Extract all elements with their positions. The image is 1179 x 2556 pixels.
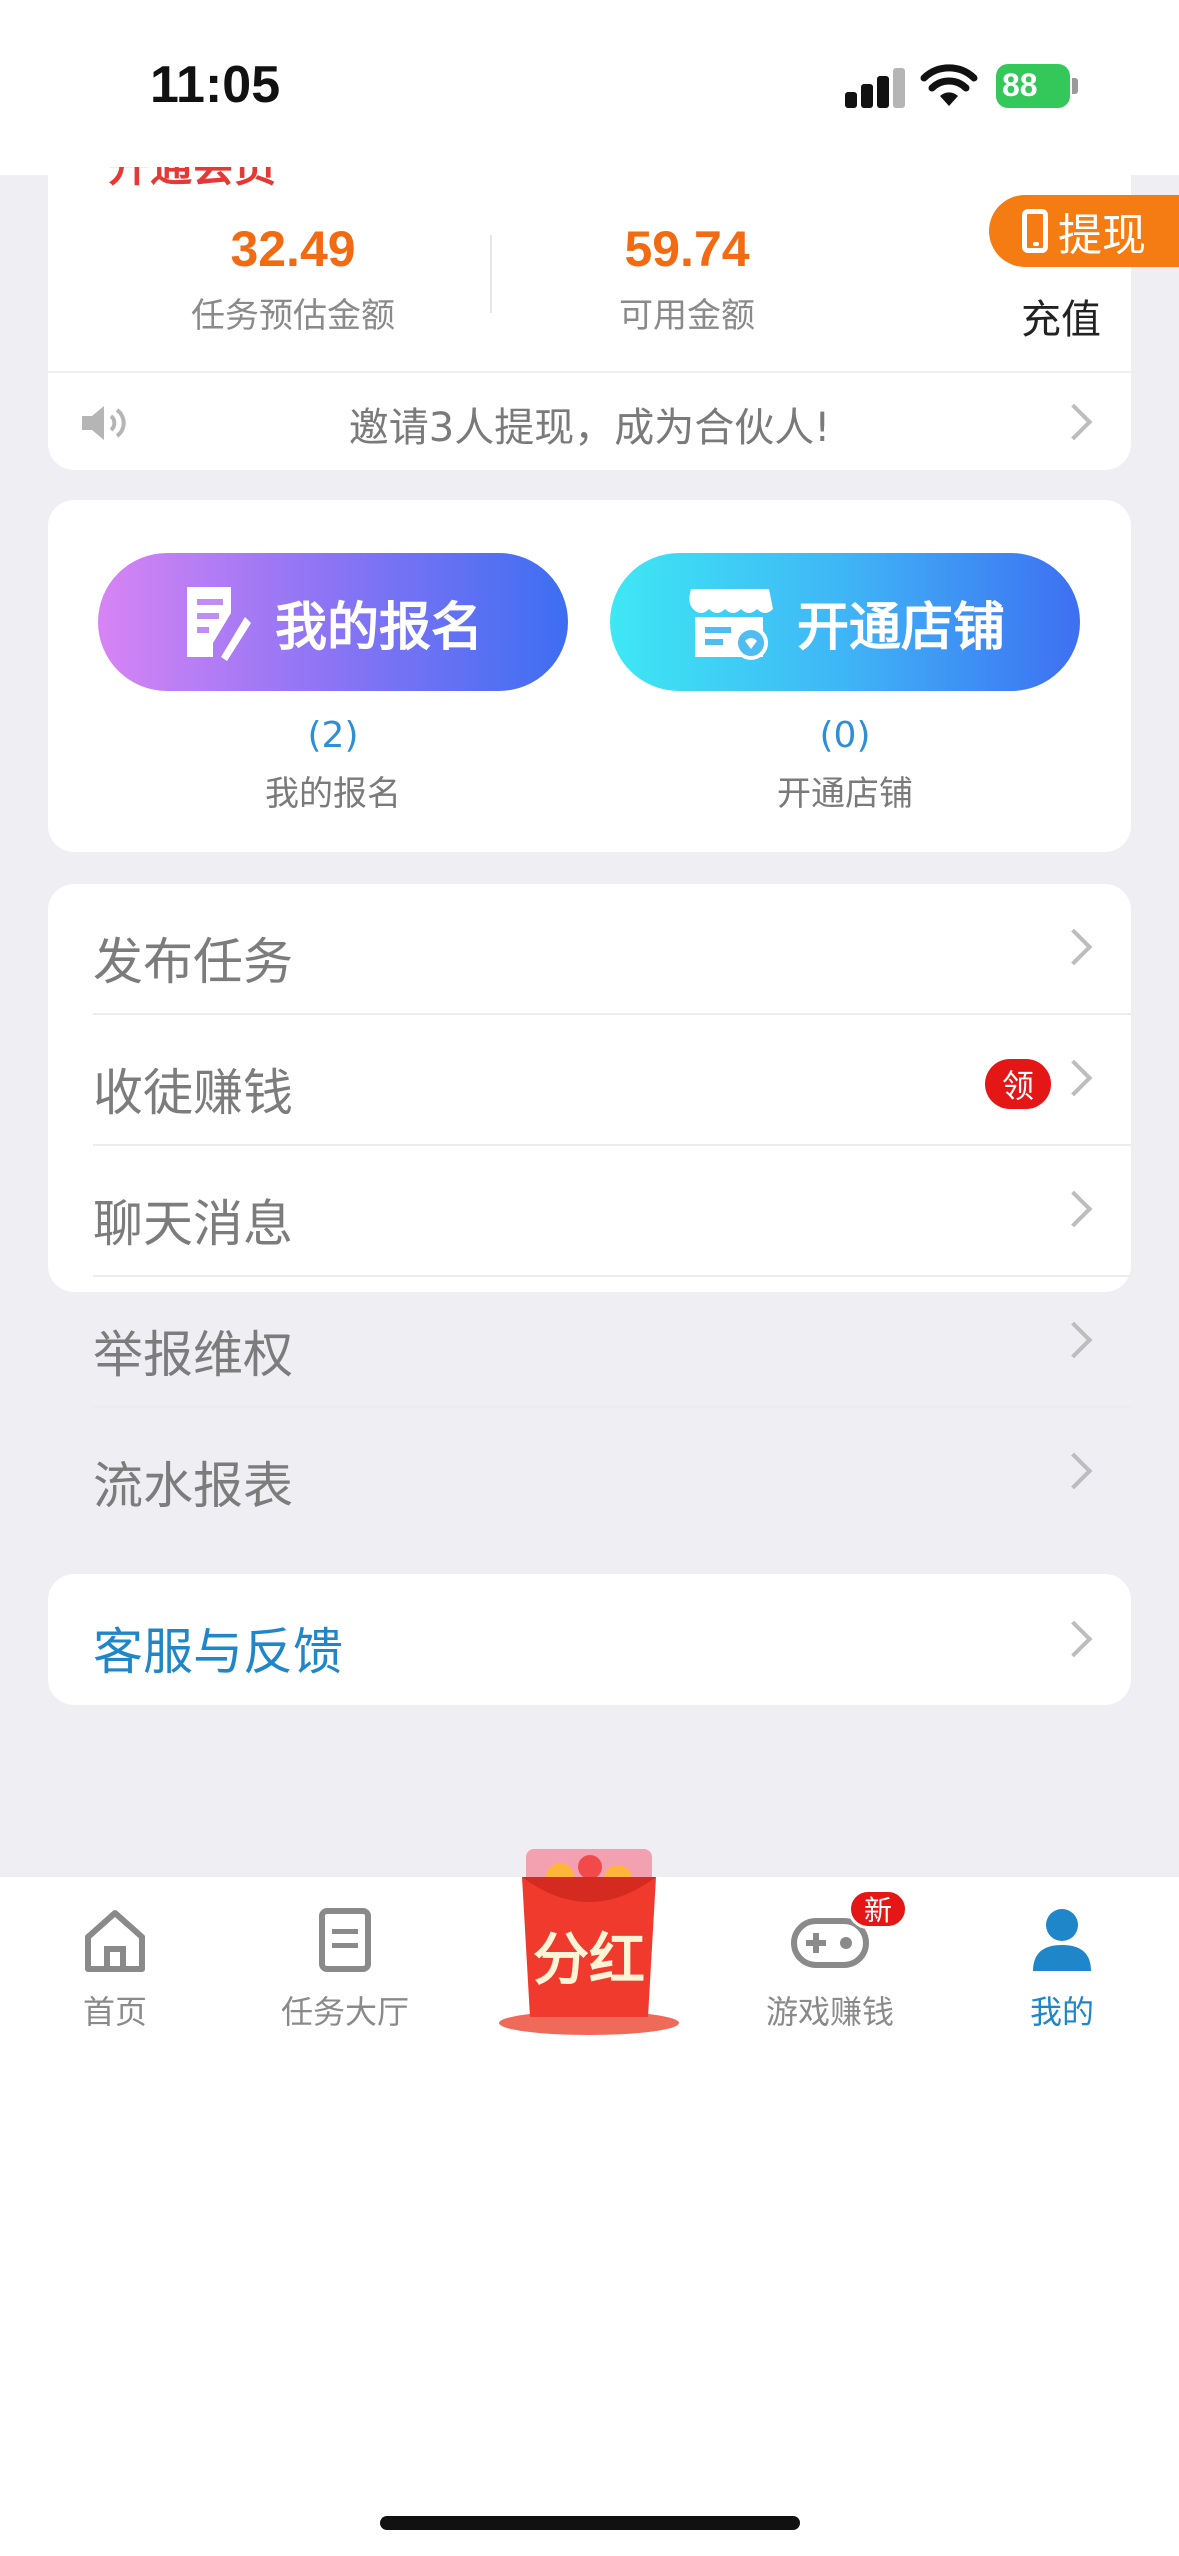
tab-mine[interactable]: 我的 [972,1907,1152,2033]
menu-item-label: 收徒赚钱 [93,1064,293,1122]
recharge-link[interactable]: 充值 [1021,287,1101,345]
my-signup-count: (2) [307,715,359,756]
menu-item-recruit-earn[interactable]: 收徒赚钱 领 [93,1015,1131,1146]
my-signup-button[interactable]: 我的报名 [98,553,568,691]
tab-label: 任务大厅 [280,1993,409,2031]
open-shop-summary[interactable]: (0) 开通店铺 [610,715,1080,815]
battery-level: 88 [1002,67,1038,103]
open-shop-button[interactable]: 开通店铺 [610,553,1080,691]
notice-bar[interactable]: 邀请3人提现，成为合伙人! [48,371,1131,470]
phone-icon [1022,209,1048,253]
home-indicator [380,2516,800,2530]
available-amount-value: 59.74 [624,221,750,277]
chevron-right-icon [1055,1321,1093,1359]
battery-icon: 88 [996,64,1078,108]
bottom-tab-bar: 首页 任务大厅 分红 新 游戏赚钱 我的 [0,1849,1179,2075]
estimated-amount-value: 32.49 [230,221,356,277]
open-shop-count: (0) [819,715,871,756]
support-feedback-card[interactable]: 客服与反馈 [48,1574,1131,1705]
tab-task-hall[interactable]: 任务大厅 [255,1907,435,2033]
stat-divider [490,235,492,313]
wallet-card: 开通会员 32.49 任务预估金额 59.74 可用金额 提现 充值 邀请3人提… [48,167,1179,470]
wifi-icon [920,64,978,106]
tab-home[interactable]: 首页 [25,1907,205,2033]
tab-label: 首页 [82,1993,147,2031]
menu-item-label: 发布任务 [93,933,293,991]
store-icon [689,589,773,660]
actions-card: 我的报名 开通店铺 (2) 我的报名 (0) 开通店铺 [48,500,1131,852]
chevron-right-icon [1055,1059,1093,1097]
available-amount-label: 可用金额 [619,296,755,336]
notice-text: 邀请3人提现，成为合伙人! [348,405,831,451]
user-icon [1033,1909,1091,1971]
chevron-right-icon [1055,1620,1093,1658]
profile-content: 开通会员 32.49 任务预估金额 59.74 可用金额 提现 充值 邀请3人提… [0,167,1179,1875]
menu-card: 发布任务 收徒赚钱 领 聊天消息 举报维权 流水报表 [48,884,1131,1515]
available-amount-stat[interactable]: 59.74 可用金额 [537,220,837,337]
menu-item-label: 聊天消息 [93,1195,293,1253]
tab-dividend[interactable]: 分红 [498,1837,680,2037]
clock: 11:05 [150,56,281,114]
my-signup-button-label: 我的报名 [274,597,483,658]
document-icon [319,1908,371,1972]
member-title: 开通会员 [108,167,328,197]
edit-form-icon [186,587,251,661]
menu-item-label: 举报维权 [93,1326,293,1384]
withdraw-label: 提现 [1058,210,1146,261]
open-shop-label: 开通店铺 [777,774,913,814]
home-icon [85,1910,145,1972]
support-feedback-label: 客服与反馈 [93,1623,343,1681]
chevron-right-icon [1055,1452,1093,1490]
dividend-label: 分红 [533,1928,645,1993]
chevron-right-icon [1055,928,1093,966]
menu-item-transaction-report[interactable]: 流水报表 [93,1408,1131,1539]
tab-label: 游戏赚钱 [765,1993,894,2031]
tab-label: 我的 [1029,1993,1094,2031]
menu-item-report[interactable]: 举报维权 [93,1277,1131,1408]
my-signup-label: 我的报名 [265,774,401,814]
cellular-signal-icon [845,68,907,108]
tab-game-earn[interactable]: 新 游戏赚钱 [740,1889,920,2033]
estimated-amount-label: 任务预估金额 [191,296,395,336]
open-shop-button-label: 开通店铺 [796,597,1005,658]
menu-item-chat-messages[interactable]: 聊天消息 [93,1146,1131,1277]
my-signup-summary[interactable]: (2) 我的报名 [98,715,568,815]
status-bar: 11:05 88 [0,0,1179,175]
menu-item-publish-task[interactable]: 发布任务 [93,884,1131,1015]
estimated-amount-stat[interactable]: 32.49 任务预估金额 [143,220,443,337]
withdraw-button[interactable]: 提现 [989,195,1179,267]
chevron-right-icon [1055,1190,1093,1228]
menu-item-label: 流水报表 [93,1457,293,1515]
new-badge: 新 [848,1889,908,1929]
claim-badge: 领 [985,1059,1051,1109]
